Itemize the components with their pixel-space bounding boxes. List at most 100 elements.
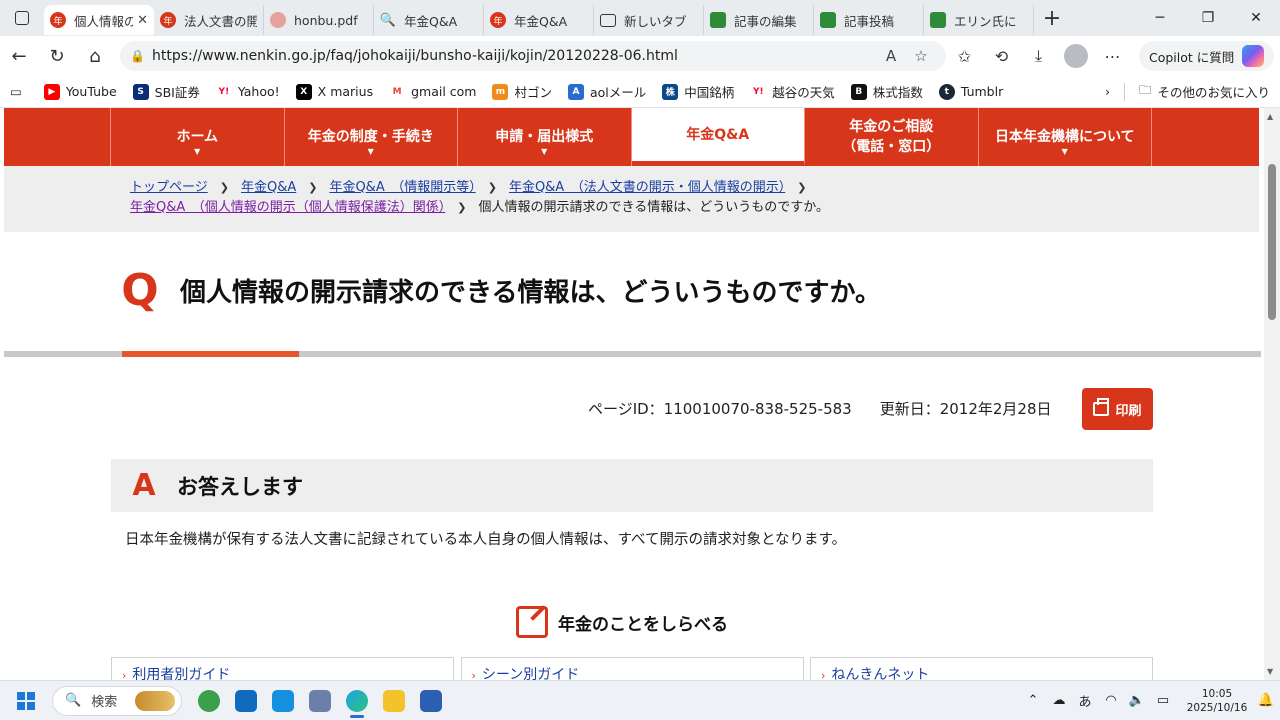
url-bar[interactable]: 🔒 https://www.nenkin.go.jp/faq/johokaiji… <box>120 41 946 71</box>
outlook-icon <box>234 689 257 712</box>
print-button[interactable]: 印刷 <box>1082 388 1153 430</box>
bookmark-label: aolメール <box>590 85 647 100</box>
breadcrumb-link[interactable]: 年金Q&A <box>241 180 296 195</box>
bookmark-muragon[interactable]: m 村ゴン <box>492 82 552 101</box>
breadcrumb-link[interactable]: トップページ <box>130 180 208 195</box>
page-id: ページID：110010070-838-525-583 <box>588 400 852 418</box>
ime-indicator[interactable]: あ <box>1072 691 1098 710</box>
copilot-button[interactable]: Copilot に質問 <box>1139 41 1275 71</box>
copilot-icon <box>1242 45 1265 67</box>
taskbar-word[interactable] <box>412 681 449 720</box>
sbi-icon: S <box>132 83 149 100</box>
reading-view-icon[interactable]: ▭ <box>10 84 22 99</box>
taskbar-snipping[interactable] <box>301 681 338 720</box>
nav-qa[interactable]: 年金Q&A <box>631 108 805 166</box>
volume-icon[interactable]: 🔈 <box>1124 693 1150 708</box>
home-button[interactable]: ⌂ <box>76 36 114 76</box>
nav-system[interactable]: 年金の制度・手続き ▼ <box>285 108 458 166</box>
battery-icon[interactable]: ▭ <box>1150 693 1176 708</box>
breadcrumb-separator: ❯ <box>219 181 229 194</box>
tab-8[interactable]: エリン氏に <box>924 5 1034 35</box>
tab-actions-icon <box>15 11 29 25</box>
tab-title: エリン氏に <box>954 13 1017 29</box>
other-favorites-label[interactable]: その他のお気に入り <box>1157 82 1270 101</box>
tumblr-icon: t <box>938 83 955 100</box>
chart-icon: 株 <box>662 83 679 100</box>
bookmark-weather[interactable]: Y! 越谷の天気 <box>750 82 835 101</box>
tab-1[interactable]: 年 法人文書の開示 <box>154 5 264 35</box>
chevron-up-icon[interactable]: ⌃ <box>1020 693 1046 708</box>
cloud-icon[interactable]: ☁ <box>1046 693 1072 708</box>
scroll-up-icon[interactable]: ▲ <box>1267 112 1273 121</box>
bookmark-gmail[interactable]: Mgmail com <box>389 84 477 100</box>
start-button[interactable] <box>0 691 52 710</box>
nav-about[interactable]: 日本年金機構について ▼ <box>979 108 1152 166</box>
wifi-icon[interactable]: ◠ <box>1098 693 1124 708</box>
page-scrollbar[interactable]: ▲ ▼ <box>1264 108 1280 680</box>
guide-card-nenkin-net[interactable]: › ねんきんネット <box>810 657 1153 680</box>
frog-logo-icon <box>930 12 946 28</box>
bookmark-aol[interactable]: Aaolメール <box>568 82 646 101</box>
divider <box>1123 82 1125 101</box>
star-icon[interactable]: ☆ <box>906 47 936 65</box>
taskbar-edge[interactable] <box>338 681 375 720</box>
search-placeholder: 検索 <box>91 695 118 710</box>
scrollbar-thumb[interactable] <box>1268 164 1276 320</box>
search-icon: 🔍 <box>379 12 397 28</box>
taskbar-search[interactable]: 🔍 検索 <box>52 685 182 716</box>
breadcrumb-link[interactable]: 年金Q&A （法人文書の開示・個人情報の開示） <box>509 180 785 195</box>
minimize-button[interactable]: ─ <box>1136 0 1184 36</box>
guide-card-user[interactable]: › 利用者別ガイド <box>111 657 454 680</box>
bookmark-china[interactable]: 株中国銘柄 <box>662 82 734 101</box>
close-icon[interactable]: ✕ <box>137 13 148 28</box>
notification-icon[interactable]: 🔔 <box>1252 693 1280 708</box>
clock[interactable]: 10:05 2025/10/16 <box>1182 687 1252 715</box>
close-window-button[interactable]: ✕ <box>1232 0 1280 36</box>
tab-7[interactable]: 記事投稿 <box>814 5 924 35</box>
x-icon: X <box>295 83 312 100</box>
reload-button[interactable]: ↻ <box>38 36 76 76</box>
tab-actions-button[interactable] <box>0 0 44 36</box>
bookmarks-bar: ▭ ▶ YouTube S SBI証券 Y! Yahoo! X X marius Mgm… <box>0 76 1280 108</box>
taskbar-outlook[interactable] <box>227 681 264 720</box>
tab-0[interactable]: 年 個人情報の開示請求 ✕ <box>44 5 154 35</box>
nav-consult[interactable]: 年金のご相談 （電話・窓口） <box>805 108 979 166</box>
section-heading: 年金のことをしらべる <box>516 606 728 638</box>
taskbar-explorer[interactable] <box>375 681 412 720</box>
read-aloud-icon[interactable]: A <box>876 47 906 65</box>
tab-5[interactable]: 新しいタブ <box>594 5 704 35</box>
bookmark-tumblr[interactable]: t Tumblr <box>938 83 1003 100</box>
chevron-right-icon[interactable]: › <box>1105 84 1110 99</box>
bookmark-youtube[interactable]: ▶ YouTube <box>43 83 117 100</box>
more-menu-button[interactable]: ⋯ <box>1094 36 1131 76</box>
bookmark-index[interactable]: B 株式指数 <box>850 82 923 101</box>
bookmark-yahoo[interactable]: Y! Yahoo! <box>216 84 280 100</box>
yahoo-icon: Y! <box>218 86 230 97</box>
tab-6[interactable]: 記事の編集 <box>704 5 814 35</box>
tab-4[interactable]: 年 年金Q&A <box>484 5 594 35</box>
tab-2[interactable]: honbu.pdf <box>264 5 374 35</box>
clock-time: 10:05 <box>1201 687 1233 700</box>
profile-button[interactable] <box>1057 36 1094 76</box>
chevron-right-icon: › <box>471 669 476 680</box>
nav-label: 年金のご相談 （電話・窓口） <box>842 119 941 155</box>
bookmark-sbi[interactable]: S SBI証券 <box>132 82 200 101</box>
lock-icon[interactable]: 🔒 <box>130 49 152 63</box>
new-tab-button[interactable]: + <box>1034 6 1070 31</box>
breadcrumb-link[interactable]: 年金Q&A （個人情報の開示（個人情報保護法）関係） <box>130 200 445 215</box>
bookmark-x[interactable]: X X marius <box>295 83 373 100</box>
nav-home[interactable]: ホーム ▼ <box>111 108 285 166</box>
downloads-button[interactable]: ⤓ <box>1020 36 1057 76</box>
nav-forms[interactable]: 申請・届出様式 ▼ <box>458 108 632 166</box>
scroll-down-icon[interactable]: ▼ <box>1267 667 1273 676</box>
breadcrumb-link[interactable]: 年金Q&A （情報開示等） <box>329 180 475 195</box>
tab-3[interactable]: 🔍 年金Q&A <box>374 5 484 35</box>
taskbar-outlook-new[interactable] <box>264 681 301 720</box>
breadcrumb-separator: ❯ <box>797 181 807 194</box>
guide-card-scene[interactable]: › シーン別ガイド <box>460 657 804 680</box>
history-button[interactable]: ⟲ <box>983 36 1020 76</box>
maximize-button[interactable]: ❐ <box>1184 0 1232 36</box>
favorites-button[interactable]: ✩ <box>946 36 983 76</box>
back-button[interactable]: ← <box>0 36 38 76</box>
taskbar-widget[interactable] <box>190 681 227 720</box>
